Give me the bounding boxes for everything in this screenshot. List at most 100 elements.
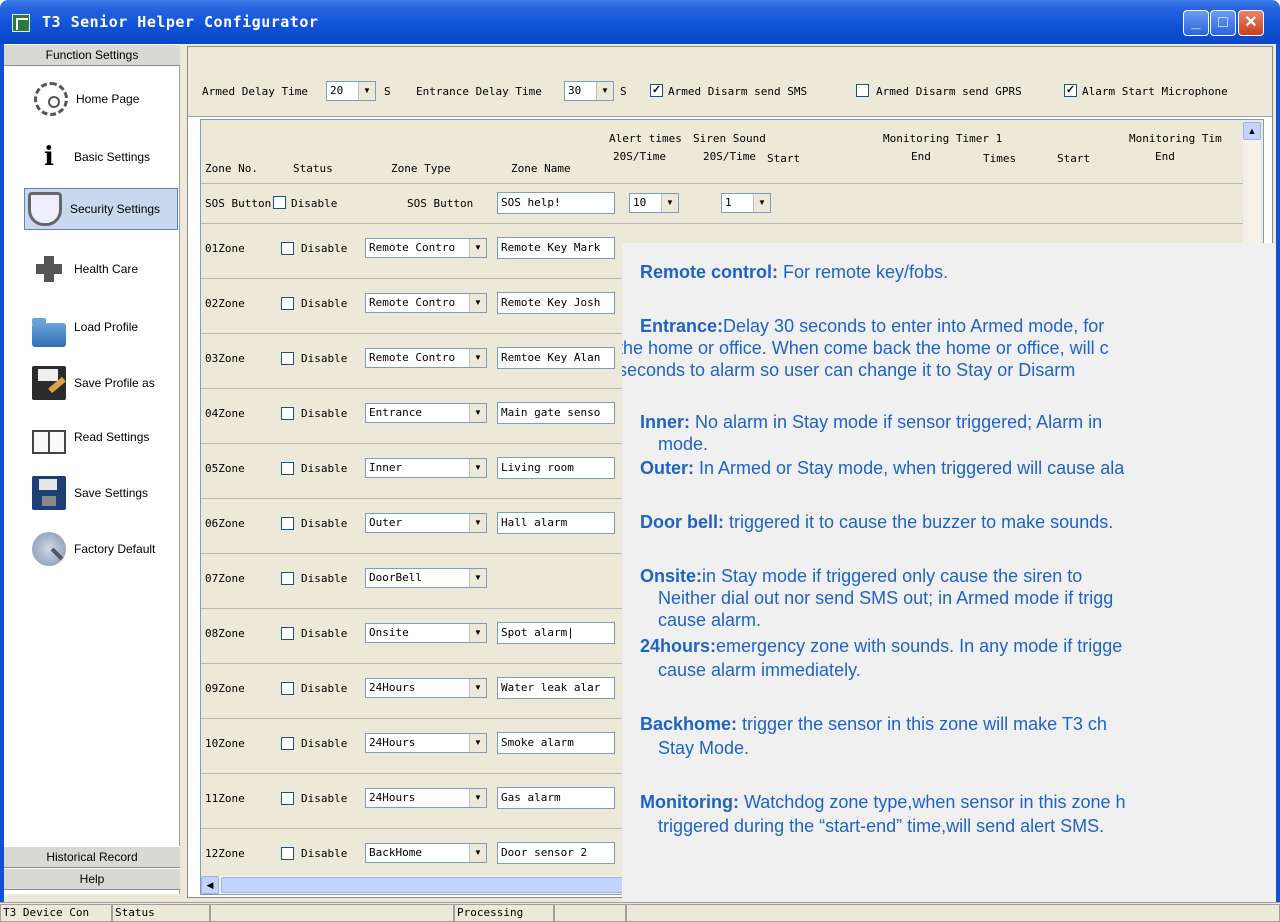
sidebar: Function Settings Home Page i Basic Sett… <box>4 44 180 894</box>
status-label: Status <box>112 904 210 922</box>
close-button[interactable]: ✕ <box>1238 10 1264 36</box>
zone-disable-checkbox[interactable] <box>281 462 294 475</box>
sos-siren-select[interactable]: 1 ▼ <box>721 193 771 213</box>
zone-disable-checkbox[interactable] <box>281 737 294 750</box>
zone-number: 08Zone <box>205 627 245 640</box>
sidebar-header-help[interactable]: Help <box>4 868 180 890</box>
zone-name-input[interactable]: Remtoe Key Alan <box>497 347 615 369</box>
zone-disable-checkbox[interactable] <box>281 242 294 255</box>
legend-entrance-text-1: Delay 30 seconds to enter into Armed mod… <box>723 316 1105 336</box>
header-start-2: Start <box>1057 152 1091 165</box>
zone-disable-checkbox[interactable] <box>281 682 294 695</box>
sidebar-item-label: Read Settings <box>74 430 150 444</box>
sidebar-item-basic-settings[interactable]: i Basic Settings <box>32 136 178 178</box>
legend-entrance-3: seconds to alarm so user can change it t… <box>622 360 1076 380</box>
zone-type-select[interactable]: Inner ▼ <box>365 458 487 478</box>
sos-name-input[interactable]: SOS help! <box>497 192 615 214</box>
zone-name-input[interactable]: Remote Key Mark <box>497 237 615 259</box>
alarm-start-mic-checkbox[interactable]: ✓ <box>1064 84 1077 97</box>
armed-disarm-gprs-checkbox[interactable] <box>856 84 869 97</box>
zone-disable-label: Disable <box>301 352 348 365</box>
legend-onsite-1: Onsite:in Stay mode if triggered only ca… <box>640 565 1276 587</box>
zone-name-input[interactable]: Remote Key Josh <box>497 292 615 314</box>
sidebar-item-home-page[interactable]: Home Page <box>32 78 178 120</box>
armed-delay-select[interactable]: 20 ▼ <box>326 81 376 101</box>
zone-name-value: Main gate senso <box>501 406 601 419</box>
sidebar-item-health-care[interactable]: Health Care <box>32 248 178 290</box>
zone-disable-label: Disable <box>301 297 348 310</box>
chevron-down-icon: ▼ <box>469 569 486 587</box>
title-bar[interactable]: T3 Senior Helper Configurator _ □ ✕ <box>0 0 1280 44</box>
zone-name-input[interactable]: Spot alarm| <box>497 622 615 644</box>
zone-type-select[interactable]: 24Hours ▼ <box>365 788 487 808</box>
zone-name-input[interactable]: Water leak alar <box>497 677 615 699</box>
minimize-button[interactable]: _ <box>1183 10 1209 36</box>
status-bar: T3 Device Con Status Processing <box>0 902 1280 922</box>
zone-disable-checkbox[interactable] <box>281 847 294 860</box>
status-device: T3 Device Con <box>0 904 112 922</box>
book-icon <box>32 430 66 454</box>
sidebar-item-read-settings[interactable]: Read Settings <box>32 416 178 458</box>
legend-entrance-1: Entrance:Delay 30 seconds to enter into … <box>640 315 1276 337</box>
sidebar-item-label: Save Profile as <box>74 376 155 390</box>
entrance-delay-select[interactable]: 30 ▼ <box>564 81 614 101</box>
minimize-icon: _ <box>1191 14 1201 31</box>
chevron-down-icon: ▼ <box>469 404 486 422</box>
sos-disable-checkbox[interactable] <box>273 196 286 209</box>
zone-number: 04Zone <box>205 407 245 420</box>
zone-type-select[interactable]: DoorBell ▼ <box>365 568 487 588</box>
zone-name-input[interactable]: Living room <box>497 457 615 479</box>
zone-type-select[interactable]: Remote Contro ▼ <box>365 293 487 313</box>
sidebar-item-load-profile[interactable]: Load Profile <box>32 306 178 348</box>
zone-name-input[interactable]: Gas alarm <box>497 787 615 809</box>
maximize-button[interactable]: □ <box>1210 10 1236 36</box>
zone-name-input[interactable]: Hall alarm <box>497 512 615 534</box>
zone-name-input[interactable]: Main gate senso <box>497 402 615 424</box>
zone-disable-checkbox[interactable] <box>281 352 294 365</box>
sos-alert-select[interactable]: 10 ▼ <box>629 193 679 213</box>
zone-disable-label: Disable <box>301 627 348 640</box>
legend-backhome-1: Backhome: trigger the sensor in this zon… <box>640 713 1276 735</box>
zone-type-value: 24Hours <box>369 791 416 804</box>
sos-alert-value: 10 <box>633 196 647 209</box>
header-alert-times: Alert times <box>609 132 682 145</box>
zone-name-input[interactable]: Door sensor 2 <box>497 842 615 864</box>
medical-cross-icon <box>32 252 66 286</box>
zone-disable-checkbox[interactable] <box>281 572 294 585</box>
sidebar-item-save-profile-as[interactable]: Save Profile as <box>32 362 178 404</box>
sidebar-item-label: Basic Settings <box>74 150 151 164</box>
sidebar-header-historical-record[interactable]: Historical Record <box>4 846 180 868</box>
floppy-icon <box>32 476 66 510</box>
zone-name-input[interactable]: Smoke alarm <box>497 732 615 754</box>
scroll-left-button[interactable]: ◀ <box>201 876 219 894</box>
zone-disable-label: Disable <box>301 517 348 530</box>
zone-type-select[interactable]: Onsite ▼ <box>365 623 487 643</box>
legend-24h-text-1: emergency zone with sounds. In any mode … <box>716 636 1123 656</box>
chevron-down-icon: ▼ <box>469 789 486 807</box>
zone-type-select[interactable]: 24Hours ▼ <box>365 733 487 753</box>
zone-disable-label: Disable <box>301 407 348 420</box>
zone-disable-checkbox[interactable] <box>281 297 294 310</box>
header-start: Start <box>767 152 801 165</box>
scroll-up-button[interactable]: ▲ <box>1243 122 1261 140</box>
chevron-down-icon: ▼ <box>661 194 678 212</box>
zone-disable-checkbox[interactable] <box>281 517 294 530</box>
zone-disable-checkbox[interactable] <box>281 407 294 420</box>
sos-siren-value: 1 <box>725 196 732 209</box>
sidebar-item-security-settings[interactable]: Security Settings <box>24 188 178 230</box>
zone-type-select[interactable]: Entrance ▼ <box>365 403 487 423</box>
zone-type-select[interactable]: Outer ▼ <box>365 513 487 533</box>
home-gear-icon <box>34 82 68 116</box>
zone-type-select[interactable]: Remote Contro ▼ <box>365 238 487 258</box>
zone-name-value: Door sensor 2 <box>501 846 588 859</box>
sidebar-header-function-settings[interactable]: Function Settings <box>4 44 180 66</box>
legend-backhome-text-1: trigger the sensor in this zone will mak… <box>737 714 1107 734</box>
zone-type-select[interactable]: BackHome ▼ <box>365 843 487 863</box>
zone-type-select[interactable]: Remote Contro ▼ <box>365 348 487 368</box>
zone-type-select[interactable]: 24Hours ▼ <box>365 678 487 698</box>
zone-disable-checkbox[interactable] <box>281 792 294 805</box>
sidebar-item-factory-default[interactable]: Factory Default <box>32 528 178 570</box>
zone-disable-checkbox[interactable] <box>281 627 294 640</box>
sidebar-item-save-settings[interactable]: Save Settings <box>32 472 178 514</box>
armed-disarm-sms-checkbox[interactable]: ✓ <box>650 84 663 97</box>
